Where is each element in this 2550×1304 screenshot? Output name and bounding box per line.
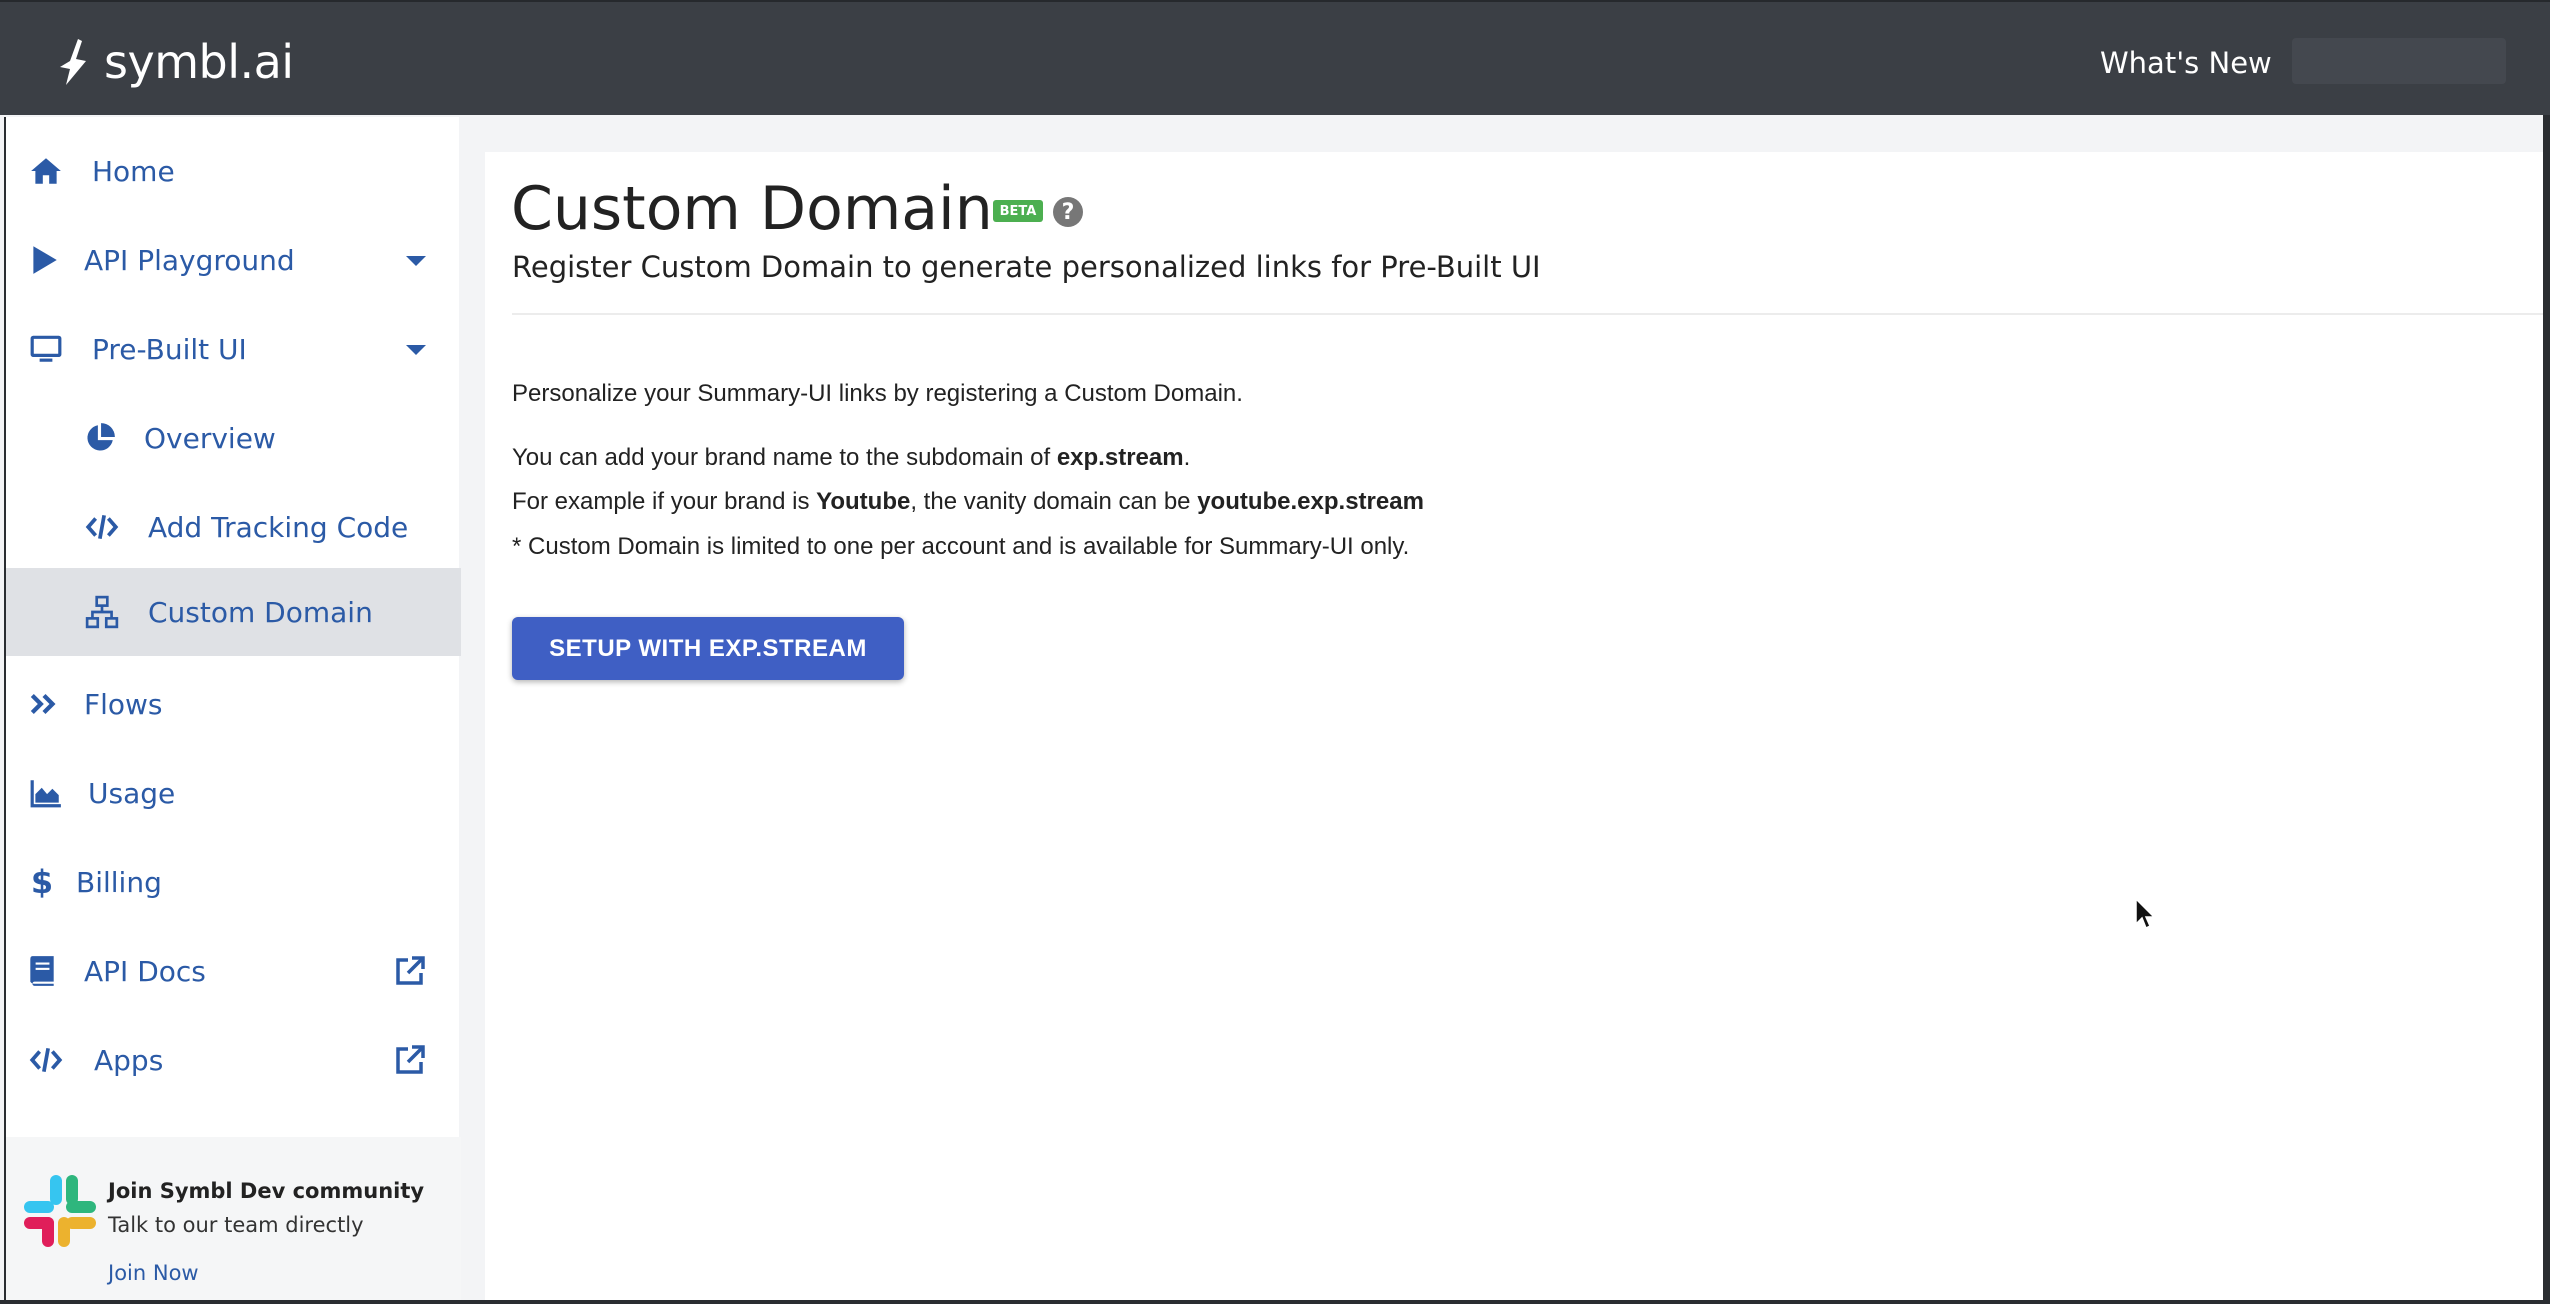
join-now-link[interactable]: Join Now	[108, 1261, 199, 1285]
monitor-icon	[28, 331, 64, 367]
home-icon	[28, 153, 64, 189]
sidebar: Home API Playground Pre-Built UI Overvie…	[4, 117, 461, 1300]
text-segment: , the vanity domain can be	[910, 488, 1198, 515]
sidebar-item-billing[interactable]: $ Billing	[6, 838, 461, 926]
text-segment: .	[1183, 444, 1191, 471]
sidebar-item-api-docs[interactable]: API Docs	[6, 927, 461, 1015]
subdomain-text: You can add your brand name to the subdo…	[512, 444, 1190, 472]
sidebar-item-pre-built-ui[interactable]: Pre-Built UI	[6, 305, 461, 393]
divider	[512, 313, 2543, 315]
sidebar-item-label: Apps	[94, 1043, 164, 1077]
code-icon	[84, 509, 120, 545]
slack-icon	[24, 1175, 96, 1247]
setup-exp-stream-button[interactable]: SETUP WITH EXP.STREAM	[512, 617, 904, 680]
window-frame	[0, 1300, 2550, 1304]
community-title: Join Symbl Dev community	[108, 1179, 425, 1203]
sidebar-item-label: Custom Domain	[148, 595, 373, 629]
chevron-down-icon[interactable]	[406, 256, 426, 266]
sidebar-item-label: Billing	[76, 865, 162, 899]
example-text: For example if your brand is Youtube, th…	[512, 488, 1424, 516]
code-icon	[28, 1042, 64, 1078]
intro-text: Personalize your Summary-UI links by reg…	[512, 380, 1243, 407]
sidebar-item-home[interactable]: Home	[6, 127, 461, 215]
sidebar-item-label: Usage	[88, 776, 176, 810]
community-card: Join Symbl Dev community Talk to our tea…	[6, 1137, 461, 1300]
sidebar-item-api-playground[interactable]: API Playground	[6, 216, 461, 304]
page-subtitle: Register Custom Domain to generate perso…	[512, 250, 1541, 284]
text-segment: You can add your brand name to the subdo…	[512, 444, 1057, 471]
whats-new-link[interactable]: What's New	[2100, 46, 2272, 80]
sidebar-item-overview[interactable]: Overview	[6, 394, 461, 482]
chevron-down-icon[interactable]	[406, 345, 426, 355]
sidebar-item-usage[interactable]: Usage	[6, 749, 461, 837]
top-navbar: symbl.ai What's New	[0, 0, 2550, 115]
community-subtitle: Talk to our team directly	[108, 1213, 364, 1237]
sidebar-item-label: API Playground	[84, 243, 295, 277]
sidebar-item-custom-domain[interactable]: Custom Domain	[6, 568, 461, 656]
vanity-domain: youtube.exp.stream	[1197, 488, 1424, 515]
text-segment: For example if your brand is	[512, 488, 817, 515]
play-icon	[26, 242, 62, 278]
dollar-icon: $	[30, 863, 54, 901]
sidebar-item-label: Add Tracking Code	[148, 510, 409, 544]
symbl-logo-mark-icon	[60, 39, 86, 85]
user-menu[interactable]	[2292, 38, 2506, 84]
external-link-icon	[394, 955, 426, 987]
area-chart-icon	[28, 775, 64, 811]
sitemap-icon	[84, 594, 120, 630]
pie-chart-icon	[82, 420, 118, 456]
window-frame	[2543, 115, 2550, 1304]
symbl-logo[interactable]: symbl.ai	[56, 32, 294, 92]
help-icon[interactable]: ?	[1053, 197, 1083, 227]
domain-name: exp.stream	[1056, 444, 1184, 471]
sidebar-item-label: API Docs	[84, 954, 206, 988]
book-icon	[24, 953, 60, 989]
mouse-cursor-icon	[2135, 898, 2155, 930]
page-title: Custom Domain	[511, 174, 993, 244]
double-chevron-icon	[26, 686, 62, 722]
sidebar-item-label: Pre-Built UI	[92, 332, 247, 366]
sidebar-item-flows[interactable]: Flows	[6, 660, 461, 748]
limit-note: * Custom Domain is limited to one per ac…	[512, 533, 1410, 560]
sidebar-item-label: Home	[92, 154, 175, 188]
external-link-icon	[394, 1044, 426, 1076]
logo-text: symbl.ai	[104, 35, 294, 89]
brand-name: Youtube	[816, 488, 911, 515]
beta-badge: BETA	[993, 200, 1043, 222]
sidebar-item-apps[interactable]: Apps	[6, 1016, 461, 1104]
main-content: Custom Domain BETA ? Register Custom Dom…	[485, 152, 2543, 1300]
sidebar-item-label: Overview	[144, 421, 276, 455]
sidebar-item-label: Flows	[84, 687, 163, 721]
sidebar-item-add-tracking-code[interactable]: Add Tracking Code	[6, 483, 461, 571]
